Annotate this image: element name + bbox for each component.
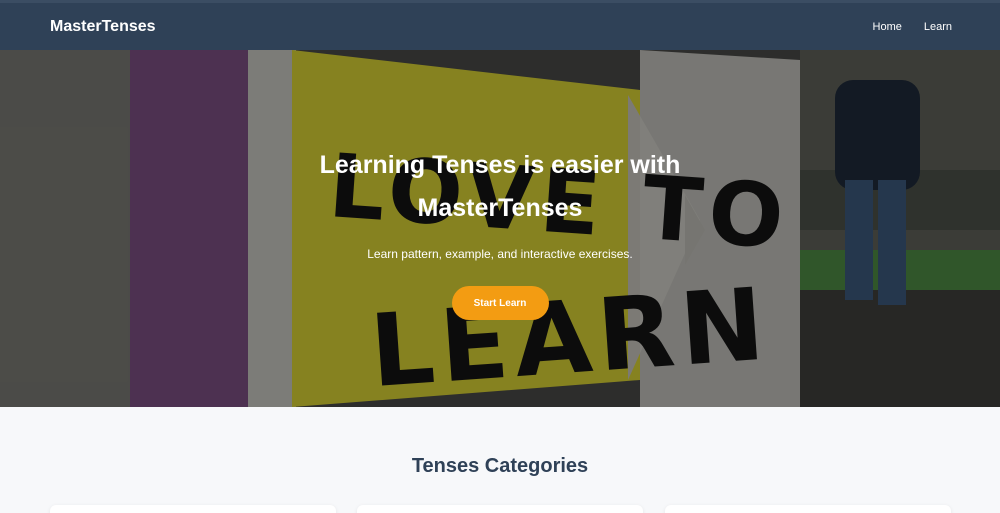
brand-logo[interactable]: MasterTenses [50,18,156,36]
categories-title: Tenses Categories [411,455,589,477]
category-card[interactable] [357,505,643,513]
navbar: MasterTenses Home Learn [0,0,1000,50]
nav-link-home[interactable]: Home [873,21,902,33]
nav-links: Home Learn [873,21,952,33]
nav-link-learn[interactable]: Learn [924,21,952,33]
hero-title: Learning Tenses is easier with MasterTen… [319,151,681,222]
hero-content: Learning Tenses is easier with MasterTen… [0,50,1000,407]
hero-section: LOVE TO LEARN Learning Tenses is easier … [0,50,1000,407]
hero-subtitle: Learn pattern, example, and interactive … [367,247,633,261]
categories-section: Tenses Categories [0,407,1000,513]
category-card[interactable] [665,505,951,513]
category-card[interactable] [50,505,336,513]
start-learn-button[interactable]: Start Learn [451,286,549,320]
